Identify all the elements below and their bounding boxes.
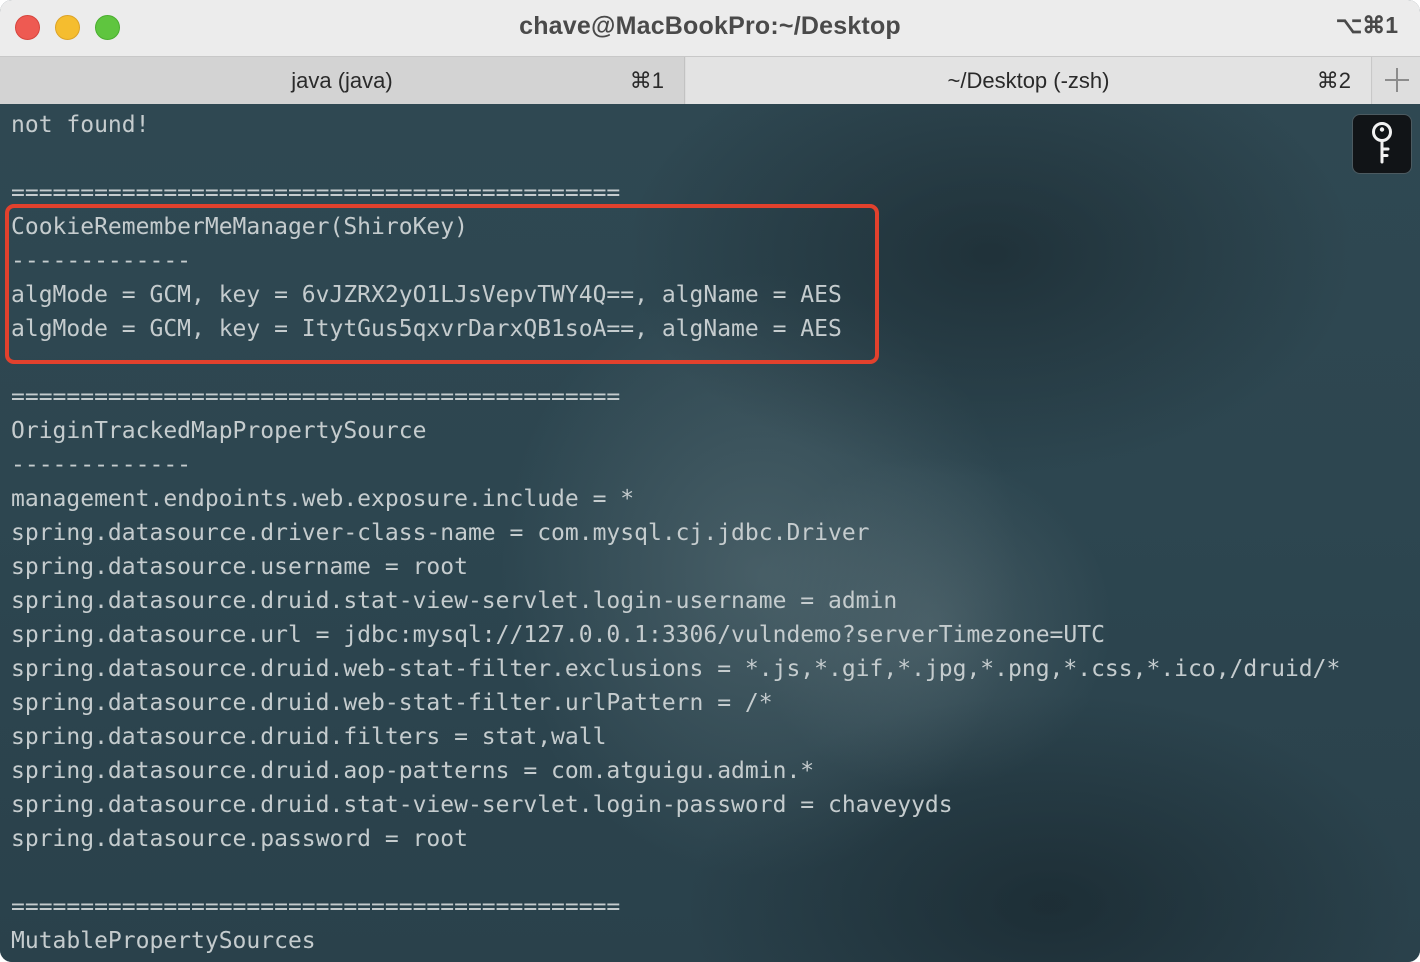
title-bar[interactable]: chave@MacBookPro:~/Desktop ⌥⌘1 (0, 0, 1420, 56)
highlight-box (5, 204, 879, 364)
terminal-line: OriginTrackedMapPropertySource (11, 418, 427, 444)
tab-shortcut: ⌘1 (629, 68, 664, 93)
terminal-line: spring.datasource.url = jdbc:mysql://127… (11, 622, 1105, 648)
tab-shortcut: ⌘2 (1316, 68, 1351, 93)
keychain-button[interactable] (1352, 114, 1412, 174)
terminal-line: MutablePropertySources (11, 928, 316, 954)
new-tab-button[interactable] (1373, 57, 1420, 104)
terminal-line: ------------- (11, 452, 192, 478)
terminal-line: not found! (11, 112, 150, 138)
terminal-line: ========================================… (11, 384, 621, 410)
terminal-line: spring.datasource.druid.stat-view-servle… (11, 588, 898, 614)
terminal-line: spring.datasource.druid.aop-patterns = c… (11, 758, 815, 784)
terminal-line: spring.datasource.driver-class-name = co… (11, 520, 870, 546)
terminal-line: spring.datasource.username = root (11, 554, 468, 580)
tab-desktop-zsh[interactable]: ~/Desktop (-zsh) ⌘2 (686, 57, 1372, 104)
tab-bar: java (java) ⌘1 ~/Desktop (-zsh) ⌘2 (0, 56, 1420, 104)
terminal-line: spring.datasource.druid.web-stat-filter.… (11, 656, 1341, 682)
tab-java[interactable]: java (java) ⌘1 (0, 57, 685, 104)
tab-label: ~/Desktop (-zsh) (947, 68, 1110, 93)
terminal-line: ========================================… (11, 894, 621, 920)
plus-icon (1385, 68, 1409, 92)
terminal-window: chave@MacBookPro:~/Desktop ⌥⌘1 java (jav… (0, 0, 1420, 962)
terminal-line: management.endpoints.web.exposure.includ… (11, 486, 635, 512)
terminal-output[interactable]: not found! =============================… (0, 104, 1420, 962)
key-icon (1372, 122, 1392, 164)
tab-label: java (java) (291, 68, 393, 93)
terminal-line: spring.datasource.druid.web-stat-filter.… (11, 690, 773, 716)
terminal-line: spring.datasource.druid.filters = stat,w… (11, 724, 607, 750)
window-title: chave@MacBookPro:~/Desktop (519, 12, 901, 40)
terminal-line: spring.datasource.druid.stat-view-servle… (11, 792, 953, 818)
terminal-line: spring.datasource.password = root (11, 826, 468, 852)
window-shortcut: ⌥⌘1 (1335, 12, 1398, 38)
